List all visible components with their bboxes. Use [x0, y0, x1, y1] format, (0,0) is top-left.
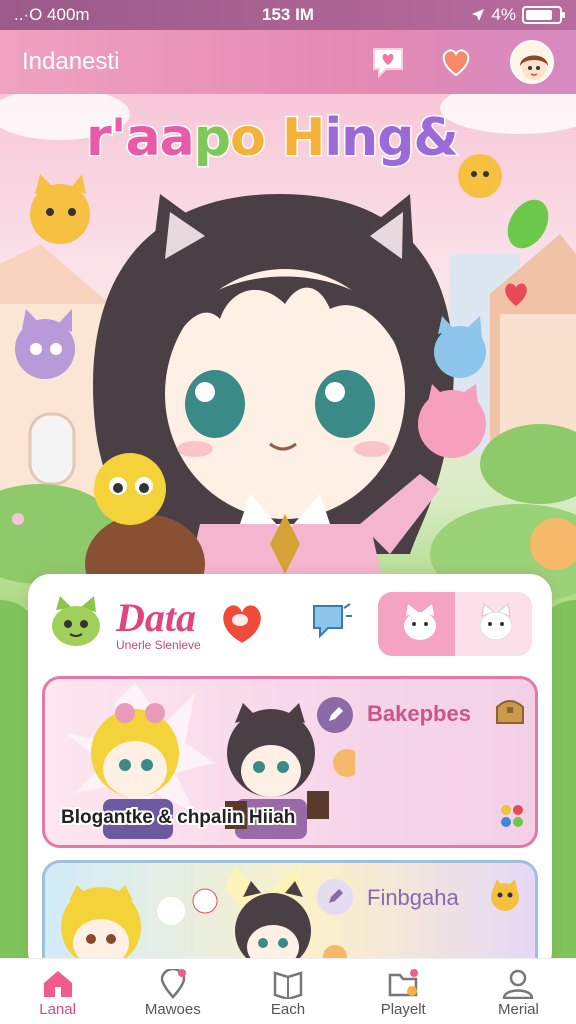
nav-label-home: Lanal: [39, 1001, 76, 1018]
speech-heart-icon[interactable]: [214, 594, 270, 650]
header-title: Indanesti: [22, 48, 120, 75]
pen-icon[interactable]: [317, 697, 353, 733]
nav-item-profile[interactable]: Merial: [461, 959, 576, 1024]
brand-subtitle: Unerle Slenleve: [116, 638, 201, 652]
mode-toggle[interactable]: [378, 592, 532, 656]
status-right: 4%: [471, 5, 565, 25]
mascot-icon: [52, 596, 100, 646]
hero-banner: r'aapo Hing&: [0, 94, 576, 614]
app-header: Indanesti: [0, 30, 576, 94]
nav-label-map: Mawoes: [144, 1001, 201, 1018]
status-bar: ..·O 400m 153 IM 4%: [0, 0, 576, 30]
card-2-title: Finbgaha: [367, 885, 459, 910]
logo-part-1: r'aa: [85, 107, 197, 170]
cat-icon-right[interactable]: [474, 602, 518, 646]
quill-icon[interactable]: [317, 879, 353, 915]
chat-heart-icon[interactable]: [368, 42, 408, 82]
cat-icon-left[interactable]: [398, 602, 442, 646]
bottom-nav: Lanal Mawoes Each Playelt Merial: [0, 958, 576, 1024]
user-icon: [503, 969, 534, 999]
avatar[interactable]: [510, 40, 554, 84]
main-panel: Data Unerle Slenleve Bakepbes Blogantke …: [28, 574, 552, 980]
battery-percent: 4%: [491, 5, 516, 24]
home-icon: [43, 971, 72, 997]
brand-title: Data: [116, 595, 196, 640]
nav-item-folder[interactable]: Playelt: [346, 959, 461, 1024]
logo-part-3: o H: [228, 107, 326, 170]
location-arrow-icon: [472, 9, 485, 21]
hero-scene: [0, 94, 576, 614]
nav-label-book: Each: [270, 1001, 306, 1018]
status-signal: ..·O 400m: [14, 5, 90, 24]
nav-item-map[interactable]: Mawoes: [115, 959, 230, 1024]
heart-icon[interactable]: [436, 42, 476, 82]
nav-label-folder: Playelt: [380, 1001, 426, 1018]
nav-label-profile: Merial: [497, 1001, 539, 1018]
yellow-mascot-icon: [491, 879, 519, 911]
feature-card-1[interactable]: Bakepbes Blogantke & chpalin Hiiah: [42, 676, 538, 848]
book-icon: [273, 971, 303, 999]
nav-item-home[interactable]: Lanal: [0, 959, 115, 1024]
game-logo: r'aapo Hing&: [85, 107, 461, 170]
card-1-title: Bakepbes: [367, 701, 471, 726]
status-time: 153 IM: [262, 5, 314, 24]
nav-item-book[interactable]: Each: [230, 959, 345, 1024]
card-1-caption: Blogantke & chpalin Hiiah: [59, 805, 297, 830]
logo-part-4: ing&: [323, 107, 460, 170]
chat-bubble-icon[interactable]: [308, 598, 354, 644]
chest-icon[interactable]: [493, 693, 527, 727]
folder-icon: [388, 969, 419, 997]
map-pin-icon: [160, 969, 186, 999]
dots-icon[interactable]: [499, 803, 525, 829]
battery-fill: [526, 10, 552, 20]
logo-part-2: p: [192, 107, 232, 170]
battery-icon: [522, 6, 565, 24]
